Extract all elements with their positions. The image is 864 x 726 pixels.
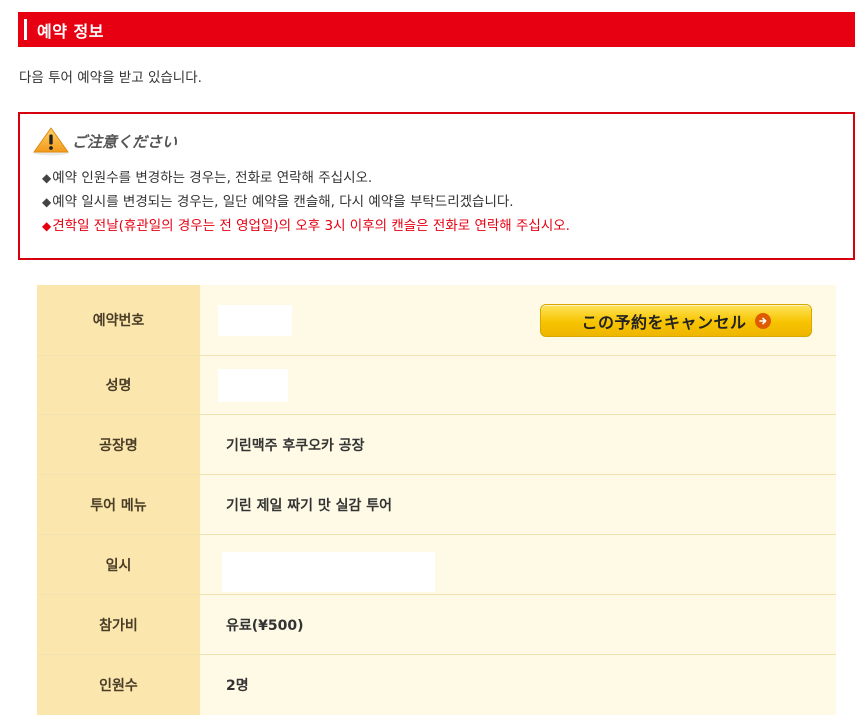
table-row: 예약번호 この予約をキャンセル (37, 285, 836, 356)
table-row: 참가비 유료(¥500) (37, 595, 836, 655)
row-value: 기린맥주 후쿠오카 공장 (200, 415, 836, 474)
section-title: 예약 정보 (37, 21, 104, 41)
arrow-right-circle-icon (754, 312, 771, 329)
table-row: 성명 (37, 356, 836, 415)
notice-line-warning: ◆견학일 전날(휴관일의 경우는 전 영업일)의 오후 3시 이후의 캔슬은 전… (42, 214, 570, 238)
reservation-table: 예약번호 この予約をキャンセル 성명 공장명 기린맥주 후쿠오카 공장 투어 메… (37, 285, 836, 715)
section-header: 예약 정보 (18, 12, 855, 47)
table-row: 인원수 2명 (37, 655, 836, 715)
notice-line-text: 예약 일시를 변경되는 경우는, 일단 예약을 캔슬해, 다시 예약을 부탁드리… (52, 194, 514, 210)
row-label: 일시 (37, 535, 200, 594)
cancel-reservation-button[interactable]: この予約をキャンセル (540, 304, 812, 337)
warning-triangle-icon (33, 127, 69, 156)
row-value (200, 356, 836, 414)
redacted-datetime (222, 551, 435, 592)
row-value: 기린 제일 짜기 맛 실감 투어 (200, 475, 836, 534)
notice-box: ご注意ください ◆예약 인원수를 변경하는 경우는, 전화로 연락해 주십시오.… (18, 112, 855, 260)
row-label: 성명 (37, 356, 200, 414)
row-value: この予約をキャンセル (200, 285, 836, 355)
notice-list: ◆예약 인원수를 변경하는 경우는, 전화로 연락해 주십시오. ◆예약 일시를… (42, 166, 570, 238)
diamond-bullet: ◆ (42, 219, 52, 233)
diamond-bullet: ◆ (42, 195, 52, 209)
notice-line: ◆예약 인원수를 변경하는 경우는, 전화로 연락해 주십시오. (42, 166, 570, 190)
notice-header: ご注意ください (31, 126, 177, 156)
redacted-reservation-number (218, 304, 292, 336)
diamond-bullet: ◆ (42, 171, 52, 185)
row-value: 유료(¥500) (200, 595, 836, 654)
notice-line-text: 예약 인원수를 변경하는 경우는, 전화로 연락해 주십시오. (52, 170, 373, 186)
row-label: 투어 메뉴 (37, 475, 200, 534)
header-accent-bar (24, 19, 27, 40)
intro-text: 다음 투어 예약을 받고 있습니다. (19, 70, 202, 86)
notice-title: ご注意ください (72, 132, 178, 151)
row-value (200, 535, 836, 594)
row-label: 공장명 (37, 415, 200, 474)
redacted-name (218, 368, 288, 402)
notice-line: ◆예약 일시를 변경되는 경우는, 일단 예약을 캔슬해, 다시 예약을 부탁드… (42, 190, 570, 214)
table-row: 공장명 기린맥주 후쿠오카 공장 (37, 415, 836, 475)
cancel-button-label: この予約をキャンセル (581, 312, 747, 332)
table-row: 일시 (37, 535, 836, 595)
table-row: 투어 메뉴 기린 제일 짜기 맛 실감 투어 (37, 475, 836, 535)
row-value: 2명 (200, 655, 836, 715)
row-label: 예약번호 (37, 285, 200, 355)
row-label: 인원수 (37, 655, 200, 715)
notice-line-text: 견학일 전날(휴관일의 경우는 전 영업일)의 오후 3시 이후의 캔슬은 전화… (52, 218, 570, 234)
row-label: 참가비 (37, 595, 200, 654)
